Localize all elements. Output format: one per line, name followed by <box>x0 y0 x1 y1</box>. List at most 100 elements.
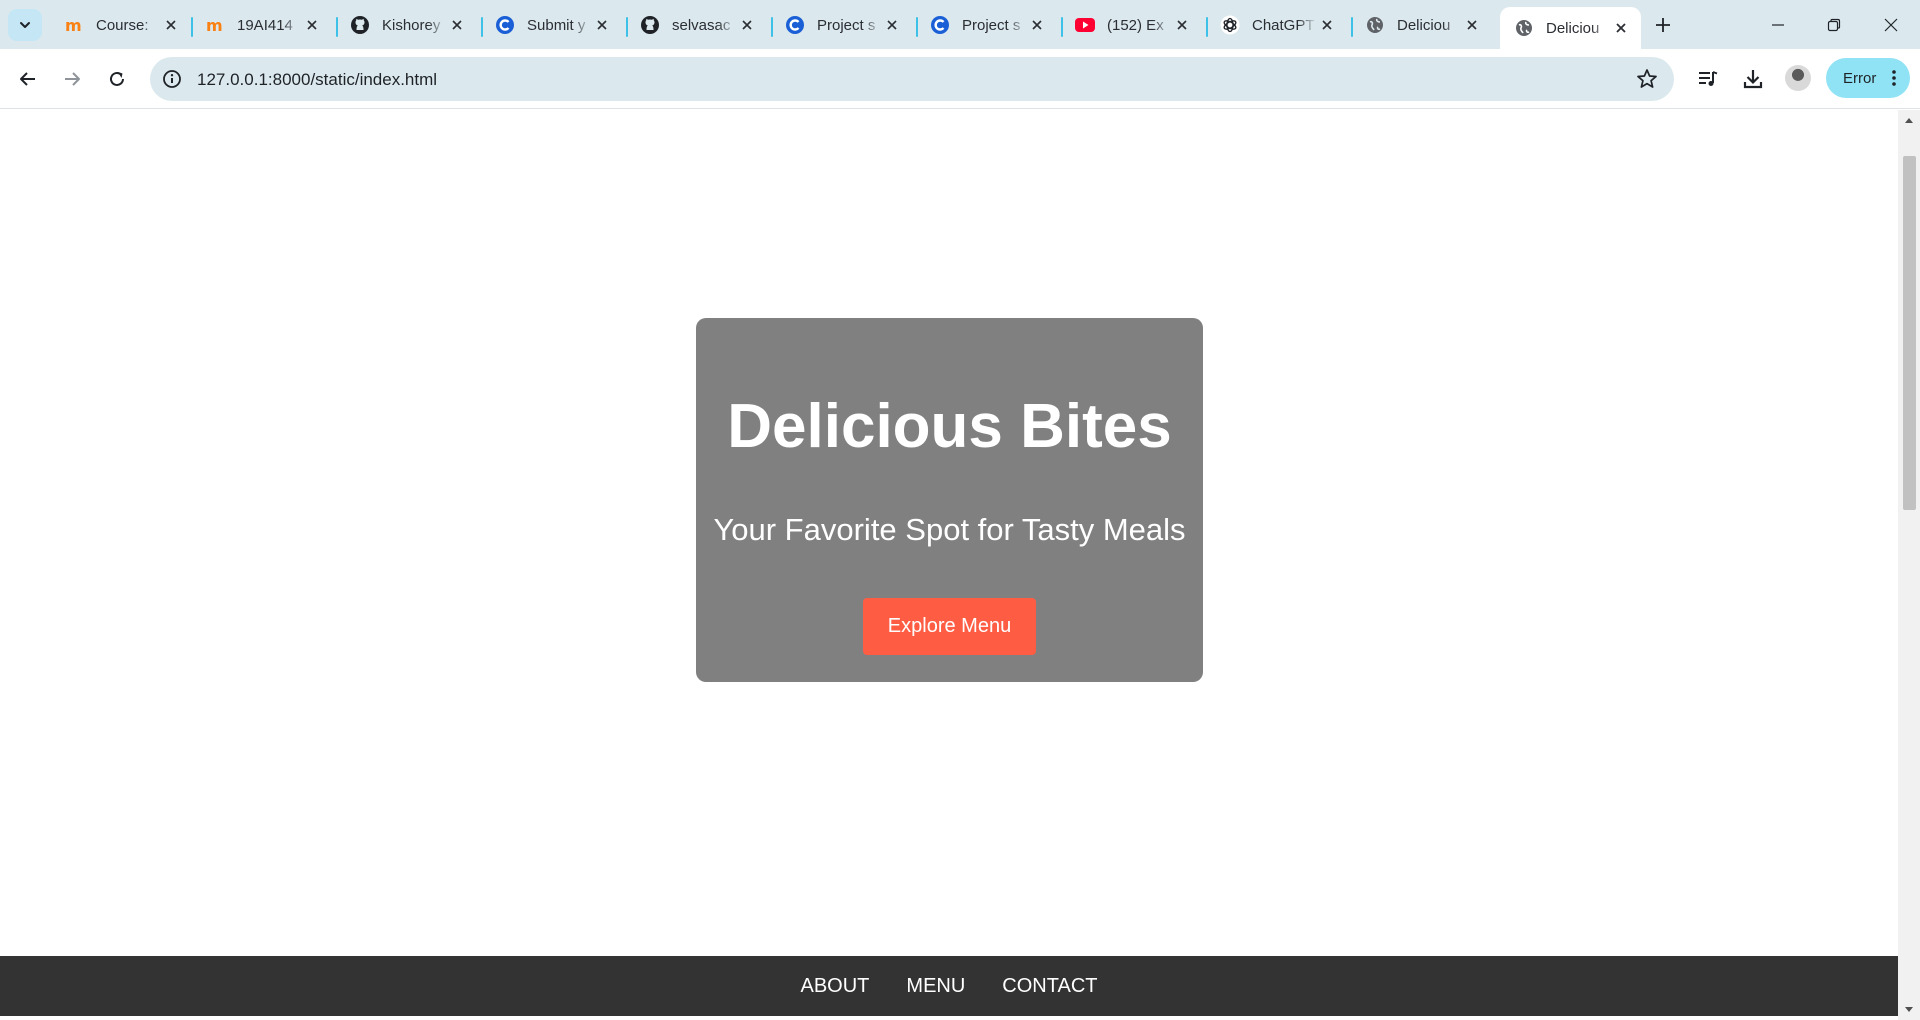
tab-title: 19AI414 <box>237 16 293 34</box>
tab-title: selvasac <box>672 16 731 34</box>
media-control-button[interactable] <box>1693 64 1723 94</box>
page-viewport: Delicious Bites Your Favorite Spot for T… <box>0 110 1898 1020</box>
close-icon[interactable] <box>161 15 181 35</box>
kebab-menu-icon <box>1892 70 1896 86</box>
close-icon[interactable] <box>1027 15 1047 35</box>
tab-separator <box>1061 17 1063 37</box>
footer-link-about[interactable]: ABOUT <box>801 975 870 998</box>
explore-menu-button[interactable]: Explore Menu <box>863 598 1036 655</box>
info-icon[interactable] <box>162 69 182 89</box>
tab-title: ChatGPT <box>1252 16 1315 34</box>
tab-separator <box>1351 17 1353 37</box>
downloads-button[interactable] <box>1738 64 1768 94</box>
c-circle-icon <box>495 15 515 35</box>
c-circle-icon <box>785 15 805 35</box>
tab-strip: m Course: m 19AI414 Kishorey Submit y se… <box>0 0 1920 49</box>
triangle-up-icon <box>1905 118 1913 123</box>
browser-tab[interactable]: m Course: <box>50 7 191 43</box>
c-circle-icon <box>930 15 950 35</box>
chatgpt-icon <box>1220 15 1240 35</box>
browser-tab[interactable]: selvasac <box>626 7 767 43</box>
url-text[interactable]: 127.0.0.1:8000/static/index.html <box>197 70 437 90</box>
browser-toolbar: 127.0.0.1:8000/static/index.html Error <box>0 49 1920 109</box>
browser-tab[interactable]: ChatGPT <box>1206 7 1347 43</box>
browser-tab[interactable]: Deliciou <box>1351 7 1492 43</box>
moodle-icon: m <box>64 15 84 35</box>
forward-button[interactable] <box>55 62 89 96</box>
github-icon <box>640 15 660 35</box>
browser-tab[interactable]: Submit y <box>481 7 622 43</box>
tab-search-button[interactable] <box>8 9 42 41</box>
close-icon[interactable] <box>1172 15 1192 35</box>
tab-separator <box>626 17 628 37</box>
profile-avatar[interactable] <box>1785 65 1811 91</box>
globe-icon <box>1514 18 1534 38</box>
svg-text:m: m <box>65 16 82 35</box>
tab-separator <box>481 17 483 37</box>
close-icon[interactable] <box>882 15 902 35</box>
error-label: Error <box>1843 69 1877 87</box>
vertical-scrollbar[interactable] <box>1898 110 1920 1020</box>
close-icon[interactable] <box>1317 15 1337 35</box>
tab-title: Kishorey <box>382 16 441 34</box>
browser-tab[interactable]: Project s <box>916 7 1057 43</box>
footer-link-menu[interactable]: MENU <box>906 975 965 998</box>
tab-title: Project s <box>817 16 876 34</box>
close-icon[interactable] <box>447 15 467 35</box>
youtube-icon <box>1075 15 1095 35</box>
restore-button[interactable] <box>1805 0 1863 49</box>
tab-separator <box>916 17 918 37</box>
tab-title: Project s <box>962 16 1021 34</box>
hero-subtitle: Your Favorite Spot for Tasty Meals <box>713 512 1186 547</box>
tab-separator <box>336 17 338 37</box>
scroll-down-button[interactable] <box>1898 1000 1920 1020</box>
globe-icon <box>1365 15 1385 35</box>
download-icon <box>1743 70 1763 89</box>
close-icon[interactable] <box>1611 18 1631 38</box>
hero-title: Delicious Bites <box>727 392 1172 461</box>
address-bar[interactable]: 127.0.0.1:8000/static/index.html <box>150 57 1674 101</box>
minimize-icon <box>1772 23 1784 26</box>
close-icon[interactable] <box>1462 15 1482 35</box>
moodle-icon: m <box>205 15 225 35</box>
tab-separator <box>1206 17 1208 37</box>
tab-title: Course: <box>96 16 149 34</box>
restore-icon <box>1827 18 1841 31</box>
close-icon[interactable] <box>302 15 322 35</box>
tab-separator <box>191 17 193 37</box>
tab-title: Deliciou <box>1546 19 1600 37</box>
footer-link-contact[interactable]: CONTACT <box>1002 975 1097 998</box>
scroll-up-button[interactable] <box>1898 110 1920 130</box>
browser-tab[interactable]: Project s <box>771 7 912 43</box>
reload-button[interactable] <box>100 62 134 96</box>
hero-card: Delicious Bites Your Favorite Spot for T… <box>696 318 1203 682</box>
close-icon <box>1884 18 1898 31</box>
chevron-down-icon <box>20 22 30 28</box>
minimize-button[interactable] <box>1749 0 1807 49</box>
plus-icon <box>1656 18 1670 32</box>
tab-title: Submit y <box>527 16 586 34</box>
error-menu-button[interactable]: Error <box>1826 58 1910 98</box>
browser-tab[interactable]: Kishorey <box>336 7 477 43</box>
arrow-right-icon <box>65 72 80 86</box>
browser-tab[interactable]: (152) Ex <box>1061 7 1202 43</box>
back-button[interactable] <box>11 62 45 96</box>
playlist-music-icon <box>1699 71 1718 86</box>
reload-icon <box>110 71 124 86</box>
close-icon[interactable] <box>592 15 612 35</box>
close-icon[interactable] <box>737 15 757 35</box>
svg-text:m: m <box>206 16 223 35</box>
browser-tab[interactable]: m 19AI414 <box>191 7 332 43</box>
arrow-left-icon <box>20 72 35 86</box>
browser-tab-active[interactable]: Deliciou <box>1500 7 1641 49</box>
triangle-down-icon <box>1905 1007 1913 1012</box>
scrollbar-thumb[interactable] <box>1903 156 1916 510</box>
tab-title: Deliciou <box>1397 16 1451 34</box>
footer-nav: ABOUT MENU CONTACT <box>0 956 1898 1016</box>
tab-title: (152) Ex <box>1107 16 1164 34</box>
close-window-button[interactable] <box>1862 0 1920 49</box>
star-icon[interactable] <box>1636 68 1658 90</box>
github-icon <box>350 15 370 35</box>
new-tab-button[interactable] <box>1648 10 1678 40</box>
tab-separator <box>771 17 773 37</box>
